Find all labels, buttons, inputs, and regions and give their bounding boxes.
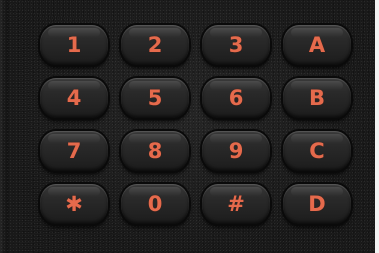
- key-label: #: [227, 192, 245, 216]
- key-hash[interactable]: #: [202, 184, 270, 224]
- key-0[interactable]: 0: [121, 184, 189, 224]
- key-label: D: [308, 192, 326, 216]
- keypad-grid: 1 2 3 A 4 5 6 B 7 8 9 C ✱ 0 # D: [40, 25, 351, 224]
- key-2[interactable]: 2: [121, 25, 189, 65]
- key-5[interactable]: 5: [121, 78, 189, 118]
- key-label: 4: [66, 86, 82, 110]
- key-label: 2: [147, 33, 163, 57]
- key-4[interactable]: 4: [40, 78, 108, 118]
- device-edge: [0, 0, 8, 253]
- key-3[interactable]: 3: [202, 25, 270, 65]
- key-6[interactable]: 6: [202, 78, 270, 118]
- key-label: ✱: [65, 192, 83, 216]
- key-label: 6: [228, 86, 244, 110]
- key-b[interactable]: B: [283, 78, 351, 118]
- key-label: 3: [228, 33, 244, 57]
- key-label: 9: [228, 139, 244, 163]
- key-label: A: [308, 33, 326, 57]
- key-label: 0: [147, 192, 163, 216]
- key-c[interactable]: C: [283, 131, 351, 171]
- key-7[interactable]: 7: [40, 131, 108, 171]
- key-label: 1: [66, 33, 82, 57]
- key-1[interactable]: 1: [40, 25, 108, 65]
- keypad-device: 1 2 3 A 4 5 6 B 7 8 9 C ✱ 0 # D: [0, 0, 379, 253]
- key-label: C: [309, 139, 325, 163]
- key-d[interactable]: D: [283, 184, 351, 224]
- key-label: 5: [147, 86, 163, 110]
- key-star[interactable]: ✱: [40, 184, 108, 224]
- key-9[interactable]: 9: [202, 131, 270, 171]
- key-label: 8: [147, 139, 163, 163]
- key-label: B: [308, 86, 325, 110]
- key-a[interactable]: A: [283, 25, 351, 65]
- key-label: 7: [66, 139, 82, 163]
- key-8[interactable]: 8: [121, 131, 189, 171]
